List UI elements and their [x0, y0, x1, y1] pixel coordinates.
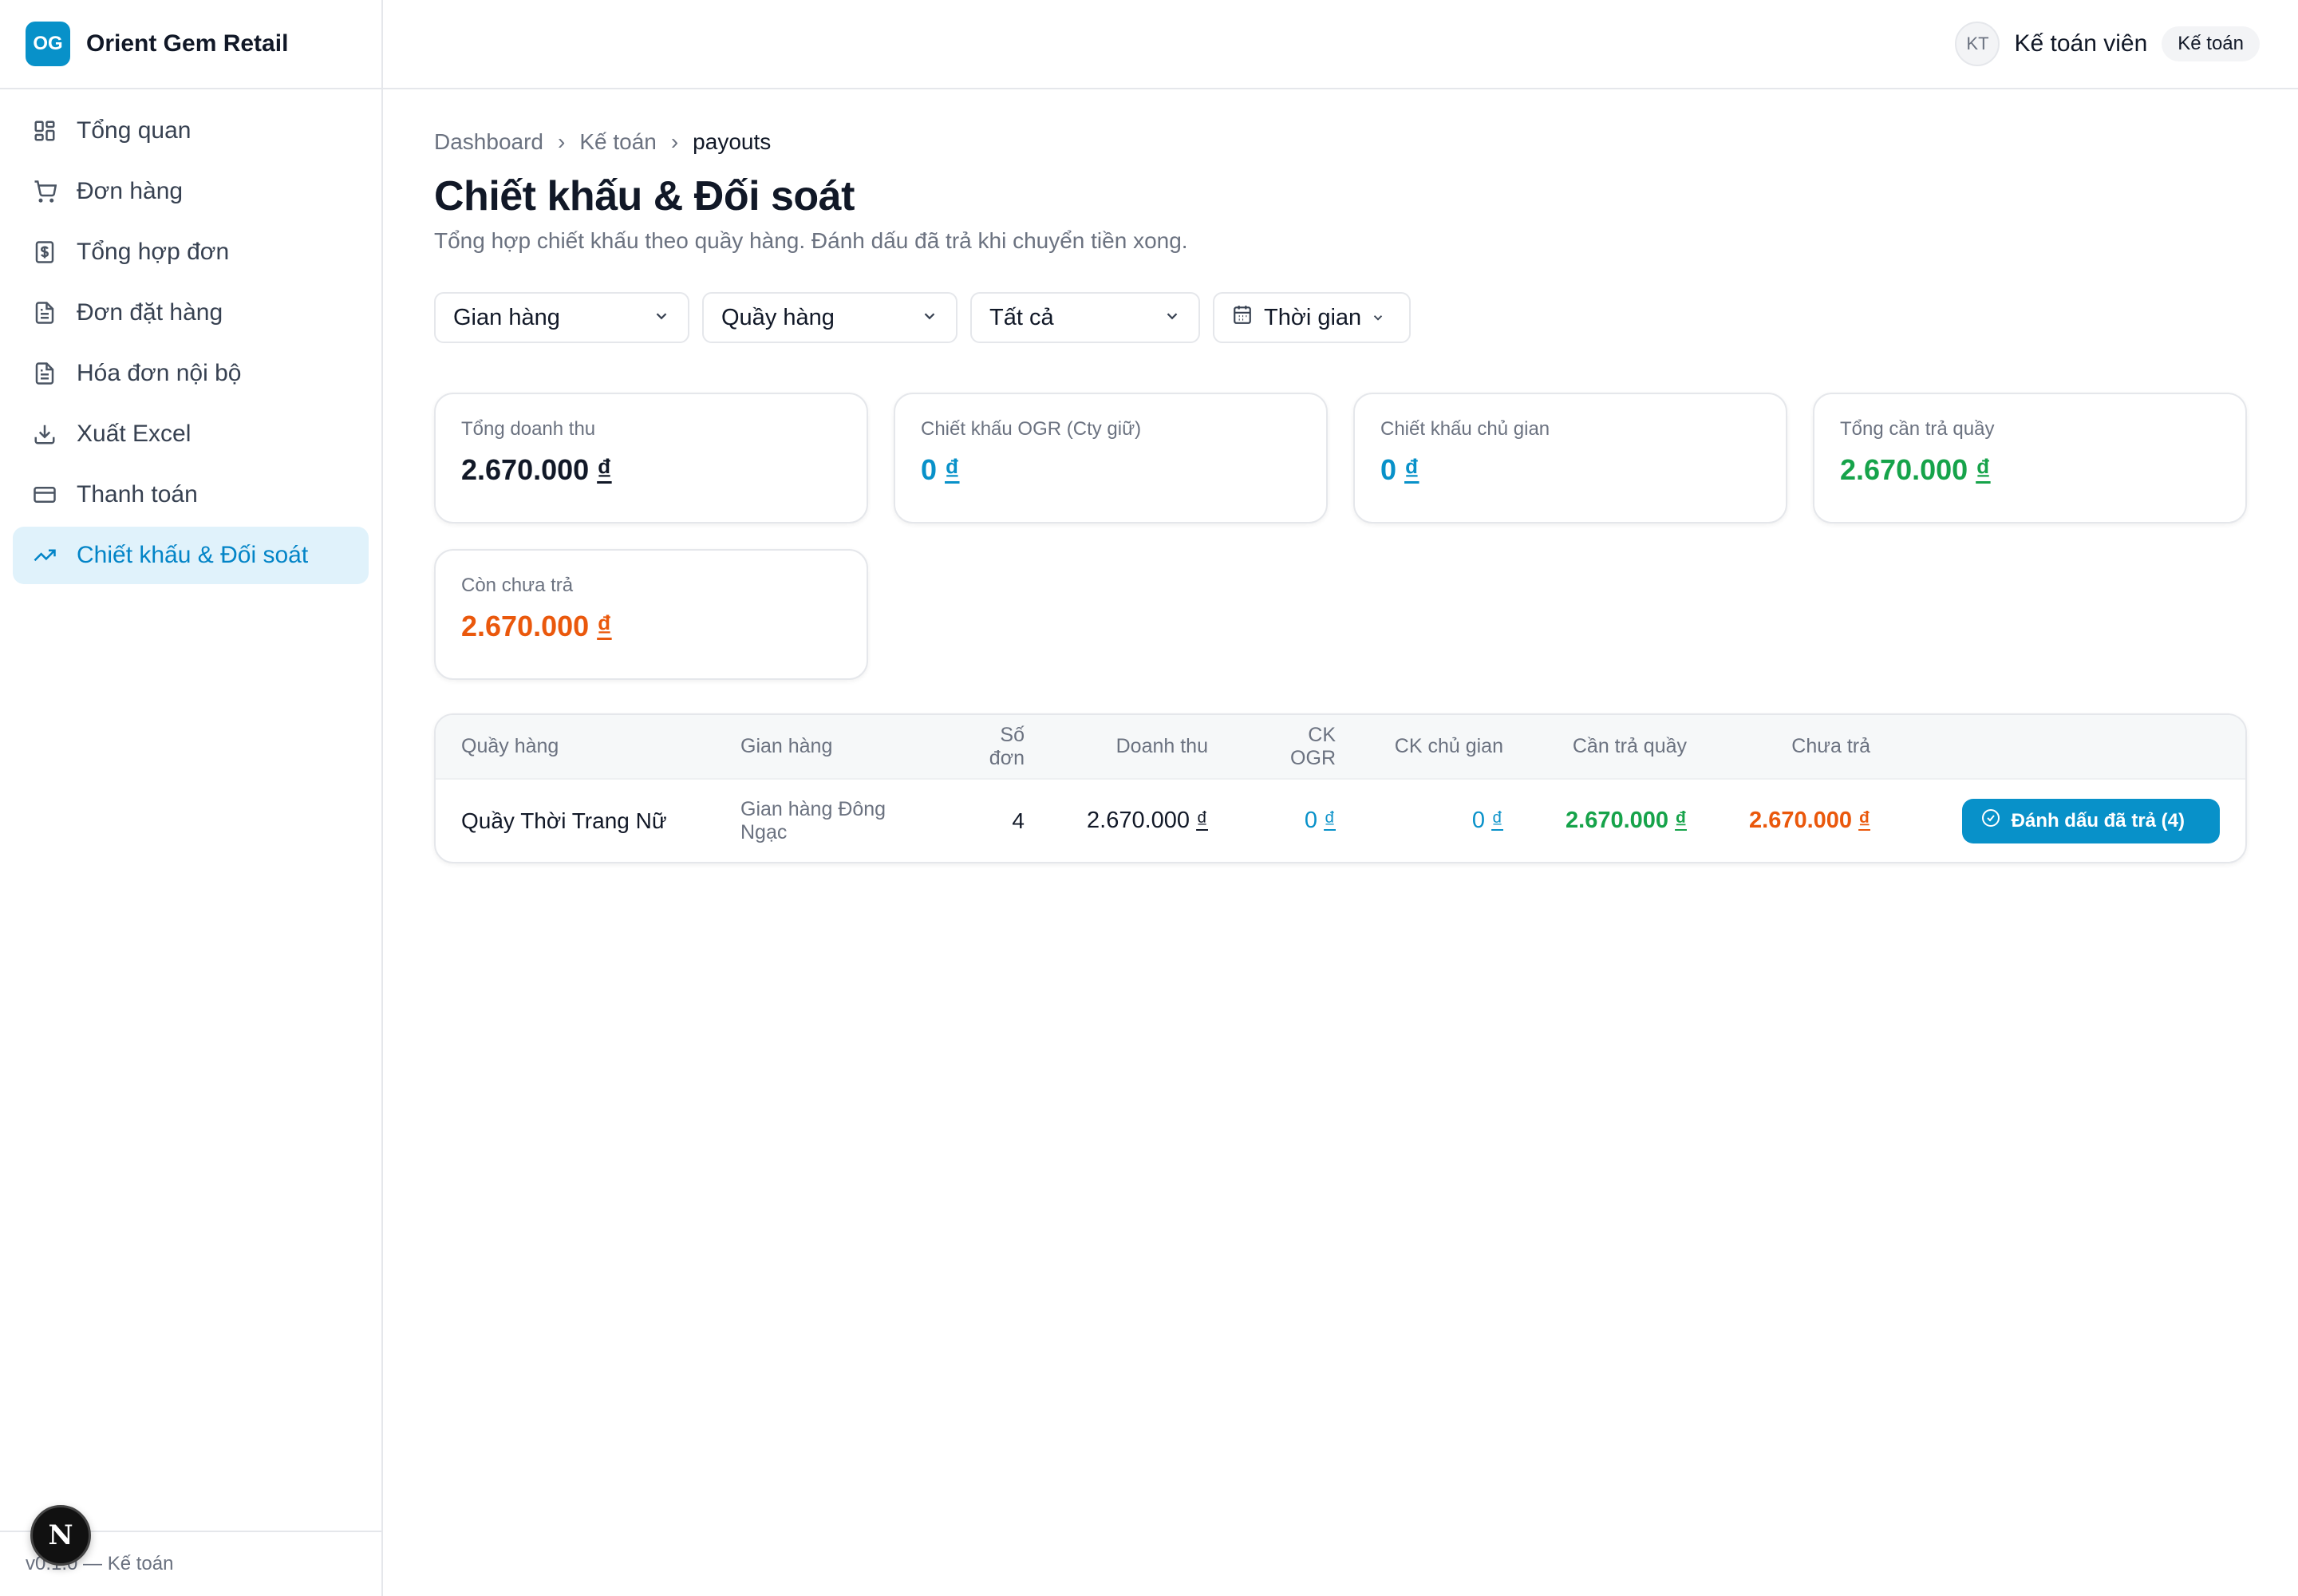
- cell-orders: 4: [1012, 808, 1025, 833]
- col-store: Gian hàng: [740, 735, 833, 757]
- mark-paid-label: Đánh dấu đã trả (4): [2011, 809, 2185, 832]
- status-select-value: Tất cả: [989, 304, 1054, 330]
- cell-to-pay: 2.670.000 ₫: [1566, 808, 1687, 833]
- cell-unpaid: 2.670.000 ₫: [1749, 808, 1870, 833]
- main-content: Dashboard › Kế toán › payouts Chiết khấu…: [434, 89, 2247, 863]
- card-value: 2.670.000 ₫: [461, 610, 612, 642]
- col-ck-ogr: CK OGR: [1290, 723, 1336, 769]
- sidebar-item-payouts[interactable]: Chiết khấu & Đối soát: [13, 527, 369, 584]
- dashboard-grid-icon: [32, 118, 57, 144]
- card-value: 2.670.000 ₫: [461, 453, 612, 486]
- shopping-cart-icon: [32, 179, 57, 204]
- nextjs-dev-badge[interactable]: N: [30, 1505, 91, 1566]
- date-range-label: Thời gian: [1264, 304, 1362, 330]
- avatar[interactable]: KT: [1955, 22, 2000, 66]
- chevron-down-icon: [653, 305, 670, 331]
- sidebar-nav: Tổng quan Đơn hàng Tổng hợp đơn Đơn đặt …: [0, 89, 381, 600]
- col-orders: Số đơn: [989, 723, 1025, 769]
- sidebar-item-purchase-orders[interactable]: Đơn đặt hàng: [13, 284, 369, 342]
- cell-ck-owner: 0 ₫: [1471, 808, 1503, 833]
- brand[interactable]: OG Orient Gem Retail: [0, 0, 381, 89]
- col-ck-owner: CK chủ gian: [1394, 735, 1503, 757]
- table-row: Quầy Thời Trang Nữ Gian hàng Đông Ngạc 4…: [436, 779, 2245, 862]
- col-revenue: Doanh thu: [1115, 735, 1208, 757]
- payouts-table: Quầy hàng Gian hàng Số đơn Doanh thu CK …: [434, 713, 2247, 863]
- breadcrumb-accounting[interactable]: Kế toán: [579, 129, 657, 155]
- sidebar-item-label: Đơn đặt hàng: [77, 299, 223, 326]
- page-subtitle: Tổng hợp chiết khấu theo quầy hàng. Đánh…: [434, 228, 1188, 253]
- cell-counter: Quầy Thời Trang Nữ: [461, 808, 667, 833]
- credit-card-icon: [32, 482, 57, 508]
- counter-select-value: Quầy hàng: [721, 304, 835, 330]
- cell-revenue: 2.670.000 ₫: [1087, 808, 1208, 833]
- sidebar-item-label: Hóa đơn nội bộ: [77, 360, 242, 386]
- calendar-icon: [1232, 304, 1253, 331]
- sidebar-item-payments[interactable]: Thanh toán: [13, 466, 369, 523]
- sidebar-item-label: Tổng hợp đơn: [77, 239, 230, 265]
- cell-store: Gian hàng Đông Ngạc: [740, 797, 886, 843]
- chevron-down-icon: [1163, 305, 1181, 331]
- sidebar-item-internal-invoices[interactable]: Hóa đơn nội bộ: [13, 345, 369, 402]
- document-icon: [32, 300, 57, 326]
- topbar: KT Kế toán viên Kế toán: [383, 0, 2298, 89]
- card-value: 2.670.000 ₫: [1840, 453, 1991, 486]
- sidebar-item-overview[interactable]: Tổng quan: [13, 102, 369, 160]
- card-unpaid: Còn chưa trả 2.670.000 ₫: [434, 549, 868, 680]
- card-label: Chiết khấu OGR (Cty giữ): [921, 418, 1142, 440]
- breadcrumb-current: payouts: [693, 129, 772, 154]
- cell-ck-ogr: 0 ₫: [1304, 808, 1336, 833]
- brand-logo: OG: [26, 22, 70, 66]
- filter-bar: Gian hàng Quầy hàng Tất cả Thời gian: [434, 292, 2247, 343]
- card-label: Chiết khấu chủ gian: [1380, 418, 1550, 440]
- col-unpaid: Chưa trả: [1791, 735, 1870, 757]
- summary-cards: Tổng doanh thu 2.670.000 ₫ Chiết khấu OG…: [434, 393, 2247, 680]
- sidebar-item-export-excel[interactable]: Xuất Excel: [13, 405, 369, 463]
- chevron-right-icon: ›: [557, 129, 566, 154]
- trending-up-icon: [32, 543, 57, 568]
- page-title: Chiết khấu & Đối soát: [434, 173, 855, 219]
- col-to-pay: Cần trả quầy: [1572, 735, 1687, 757]
- card-total-revenue: Tổng doanh thu 2.670.000 ₫: [434, 393, 868, 523]
- card-label: Tổng doanh thu: [461, 418, 596, 440]
- store-select[interactable]: Gian hàng: [434, 292, 689, 343]
- dollar-file-icon: [32, 239, 57, 265]
- breadcrumb: Dashboard › Kế toán › payouts: [434, 129, 2247, 155]
- card-label: Tổng cần trả quầy: [1840, 418, 1995, 440]
- counter-select[interactable]: Quầy hàng: [702, 292, 958, 343]
- role-badge: Kế toán: [2162, 26, 2260, 61]
- sidebar-item-label: Tổng quan: [77, 117, 192, 144]
- card-total-to-pay: Tổng cần trả quầy 2.670.000 ₫: [1813, 393, 2247, 523]
- sidebar: OG Orient Gem Retail Tổng quan Đơn hàng …: [0, 0, 383, 1596]
- card-label: Còn chưa trả: [461, 575, 574, 596]
- card-value: 0 ₫: [1380, 453, 1419, 486]
- check-circle-icon: [1981, 808, 2012, 833]
- store-select-value: Gian hàng: [453, 304, 560, 330]
- card-owner-discount: Chiết khấu chủ gian 0 ₫: [1353, 393, 1787, 523]
- sidebar-item-orders[interactable]: Đơn hàng: [13, 163, 369, 220]
- sidebar-item-order-summary[interactable]: Tổng hợp đơn: [13, 223, 369, 281]
- sidebar-item-label: Thanh toán: [77, 481, 198, 508]
- mark-paid-button[interactable]: Đánh dấu đã trả (4): [1961, 798, 2220, 843]
- col-action: [1896, 715, 2245, 779]
- download-icon: [32, 421, 57, 447]
- user-name: Kế toán viên: [2014, 30, 2148, 57]
- sidebar-item-label: Đơn hàng: [77, 178, 184, 204]
- sidebar-item-label: Xuất Excel: [77, 421, 192, 447]
- chevron-down-icon: [1371, 305, 1385, 331]
- card-value: 0 ₫: [921, 453, 960, 486]
- status-select[interactable]: Tất cả: [970, 292, 1200, 343]
- document-icon: [32, 361, 57, 386]
- breadcrumb-dashboard[interactable]: Dashboard: [434, 129, 543, 155]
- table-header-row: Quầy hàng Gian hàng Số đơn Doanh thu CK …: [436, 715, 2245, 779]
- cell-action: Đánh dấu đã trả (4): [1896, 779, 2245, 862]
- brand-name: Orient Gem Retail: [86, 30, 289, 57]
- date-range-picker[interactable]: Thời gian: [1213, 292, 1411, 343]
- chevron-right-icon: ›: [670, 129, 679, 154]
- sidebar-item-label: Chiết khấu & Đối soát: [77, 542, 309, 568]
- chevron-down-icon: [921, 305, 938, 331]
- col-counter: Quầy hàng: [461, 735, 559, 757]
- card-ogr-discount: Chiết khấu OGR (Cty giữ) 0 ₫: [894, 393, 1328, 523]
